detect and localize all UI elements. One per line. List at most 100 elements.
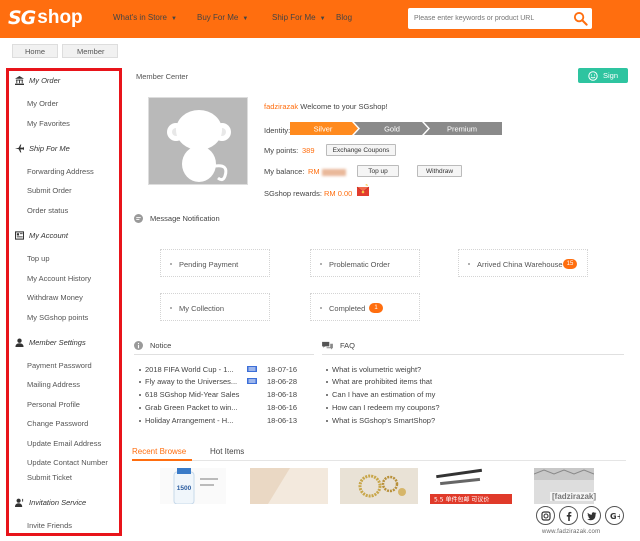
- section-title: My Account: [29, 231, 68, 240]
- sidebar-item-update-contact[interactable]: Update Contact Number: [27, 458, 108, 467]
- notice-row-date: 18-06-28: [267, 377, 298, 386]
- withdraw-button[interactable]: Withdraw: [417, 165, 462, 177]
- google-plus-icon[interactable]: G+: [605, 506, 624, 525]
- nav-blog[interactable]: Blog: [336, 13, 352, 22]
- sidebar-item-submit-order[interactable]: Submit Order: [27, 186, 72, 195]
- twitter-icon[interactable]: [582, 506, 601, 525]
- nav-label: Blog: [336, 13, 353, 22]
- tile-problematic-order[interactable]: Problematic Order: [310, 249, 420, 277]
- faq-row[interactable]: What are prohibited items that: [332, 377, 432, 386]
- faq-row[interactable]: What is volumetric weight?: [332, 365, 421, 374]
- nav-ship-for-me[interactable]: Ship For Me ▼: [272, 13, 326, 22]
- sidebar-item-change-password[interactable]: Change Password: [27, 419, 88, 428]
- nav-whats-in-store[interactable]: What's in Store ▼: [113, 13, 177, 22]
- notice-row-date: 18-06-16: [267, 403, 298, 412]
- sidebar-item-sgshop-points[interactable]: My SGshop points: [27, 313, 88, 322]
- sign-in-button[interactable]: Sign: [578, 68, 628, 83]
- notice-row-title[interactable]: 618 SGshop Mid-Year Sales: [145, 390, 239, 399]
- points-value: 389: [302, 146, 315, 155]
- product-thumbnail[interactable]: [340, 468, 418, 504]
- tile-arrived-china-warehouse[interactable]: Arrived China Warehouse 15: [458, 249, 588, 277]
- sgshop-logo[interactable]: SG shop: [8, 5, 83, 31]
- faq-row[interactable]: Can I have an estimation of my: [332, 390, 435, 399]
- breadcrumb-member[interactable]: Member: [62, 44, 118, 58]
- product-jewelry-image: [340, 468, 418, 504]
- sidebar-item-order-status[interactable]: Order status: [27, 206, 68, 215]
- sidebar-item-payment-password[interactable]: Payment Password: [27, 361, 92, 370]
- sidebar-item-personal-profile[interactable]: Personal Profile: [27, 400, 80, 409]
- notice-row-title[interactable]: Fly away to the Universes...: [145, 377, 237, 386]
- tile-bullet: [320, 263, 322, 265]
- sidebar-item-my-order[interactable]: My Order: [27, 99, 58, 108]
- notice-header: Notice: [134, 341, 171, 350]
- new-tag-icon: [247, 378, 257, 384]
- search-box: [408, 8, 592, 29]
- tile-bullet: [468, 263, 470, 265]
- row-bullet: [326, 369, 328, 371]
- tile-label: Completed: [329, 304, 366, 313]
- product-thumbnail[interactable]: 1500: [160, 468, 226, 504]
- product-thumbnail[interactable]: 5.5 单件包邮 可议价: [430, 468, 512, 504]
- tile-bullet: [170, 263, 172, 265]
- notice-row-title[interactable]: 2018 FIFA World Cup - 1...: [145, 365, 234, 374]
- watermark-name: [fadzirazak]: [550, 492, 599, 501]
- tile-my-collection[interactable]: My Collection: [160, 293, 270, 321]
- notice-row-title[interactable]: Grab Green Packet to win...: [145, 403, 238, 412]
- tab-recent-browse[interactable]: Recent Browse: [132, 447, 186, 456]
- product-pen-image: 5.5 单件包邮 可议价: [430, 468, 512, 504]
- notice-row-title[interactable]: Holiday Arrangement - H...: [145, 416, 233, 425]
- tile-completed[interactable]: Completed 1: [310, 293, 420, 321]
- product-thumbnail[interactable]: [250, 468, 328, 504]
- product-bottle-image: 1500: [160, 468, 226, 504]
- member-center-title: Member Center: [136, 72, 189, 81]
- member-sidebar: My Order My Order My Favorites Ship For …: [6, 68, 122, 536]
- sidebar-section-ship-for-me: Ship For Me: [15, 144, 70, 153]
- sidebar-item-submit-ticket[interactable]: Submit Ticket: [27, 473, 72, 482]
- faq-row[interactable]: What is SGshop's SmartShop?: [332, 416, 435, 425]
- tile-pending-payment[interactable]: Pending Payment: [160, 249, 270, 277]
- instagram-icon[interactable]: [536, 506, 555, 525]
- search-icon[interactable]: [573, 11, 588, 26]
- airplane-icon: [15, 144, 24, 153]
- sidebar-item-mailing-address[interactable]: Mailing Address: [27, 380, 80, 389]
- faq-header: FAQ: [322, 341, 355, 350]
- top-up-button[interactable]: Top up: [357, 165, 399, 177]
- tier-gold: Gold: [384, 124, 400, 133]
- facebook-icon[interactable]: [559, 506, 578, 525]
- count-badge: 1: [369, 303, 383, 313]
- tile-label: Arrived China Warehouse: [477, 260, 563, 269]
- exchange-coupons-button[interactable]: Exchange Coupons: [326, 144, 396, 156]
- tile-bullet: [320, 307, 322, 309]
- sidebar-item-invite-friends[interactable]: Invite Friends: [27, 521, 72, 530]
- sidebar-item-withdraw-money[interactable]: Withdraw Money: [27, 293, 83, 302]
- breadcrumb-home[interactable]: Home: [12, 44, 59, 58]
- search-input[interactable]: [408, 8, 568, 29]
- notice-row-date: 18-06-13: [267, 416, 298, 425]
- nav-buy-for-me[interactable]: Buy For Me ▼: [197, 13, 248, 22]
- sidebar-item-update-email[interactable]: Update Email Address: [27, 439, 101, 448]
- sidebar-item-top-up[interactable]: Top up: [27, 254, 50, 263]
- active-tab-indicator: [132, 459, 192, 461]
- user-plus-icon: [15, 498, 24, 507]
- svg-text:G+: G+: [610, 512, 620, 521]
- section-title: My Order: [29, 76, 61, 85]
- username-link[interactable]: fadzirazak: [264, 102, 298, 111]
- watermark-url: www.fadzirazak.com: [542, 529, 601, 535]
- caret-down-icon: ▼: [171, 16, 177, 22]
- row-bullet: [326, 394, 328, 396]
- sidebar-item-forwarding-address[interactable]: Forwarding Address: [27, 167, 94, 176]
- faq-divider: [322, 354, 624, 355]
- tab-hot-items[interactable]: Hot Items: [210, 447, 244, 456]
- logo-text: shop: [37, 7, 83, 28]
- balance-label: My balance:: [264, 167, 305, 176]
- red-envelope-icon[interactable]: [356, 184, 370, 197]
- caret-down-icon: ▼: [242, 16, 249, 22]
- sidebar-item-account-history[interactable]: My Account History: [27, 274, 91, 283]
- tile-label: Pending Payment: [179, 260, 239, 269]
- avatar[interactable]: [148, 97, 248, 185]
- membership-tiers: Silver Gold Premium: [290, 122, 502, 135]
- social-icons: G+: [536, 506, 628, 525]
- sidebar-item-my-favorites[interactable]: My Favorites: [27, 119, 70, 128]
- faq-row[interactable]: How can I redeem my coupons?: [332, 403, 440, 412]
- new-tag-icon: [247, 366, 257, 372]
